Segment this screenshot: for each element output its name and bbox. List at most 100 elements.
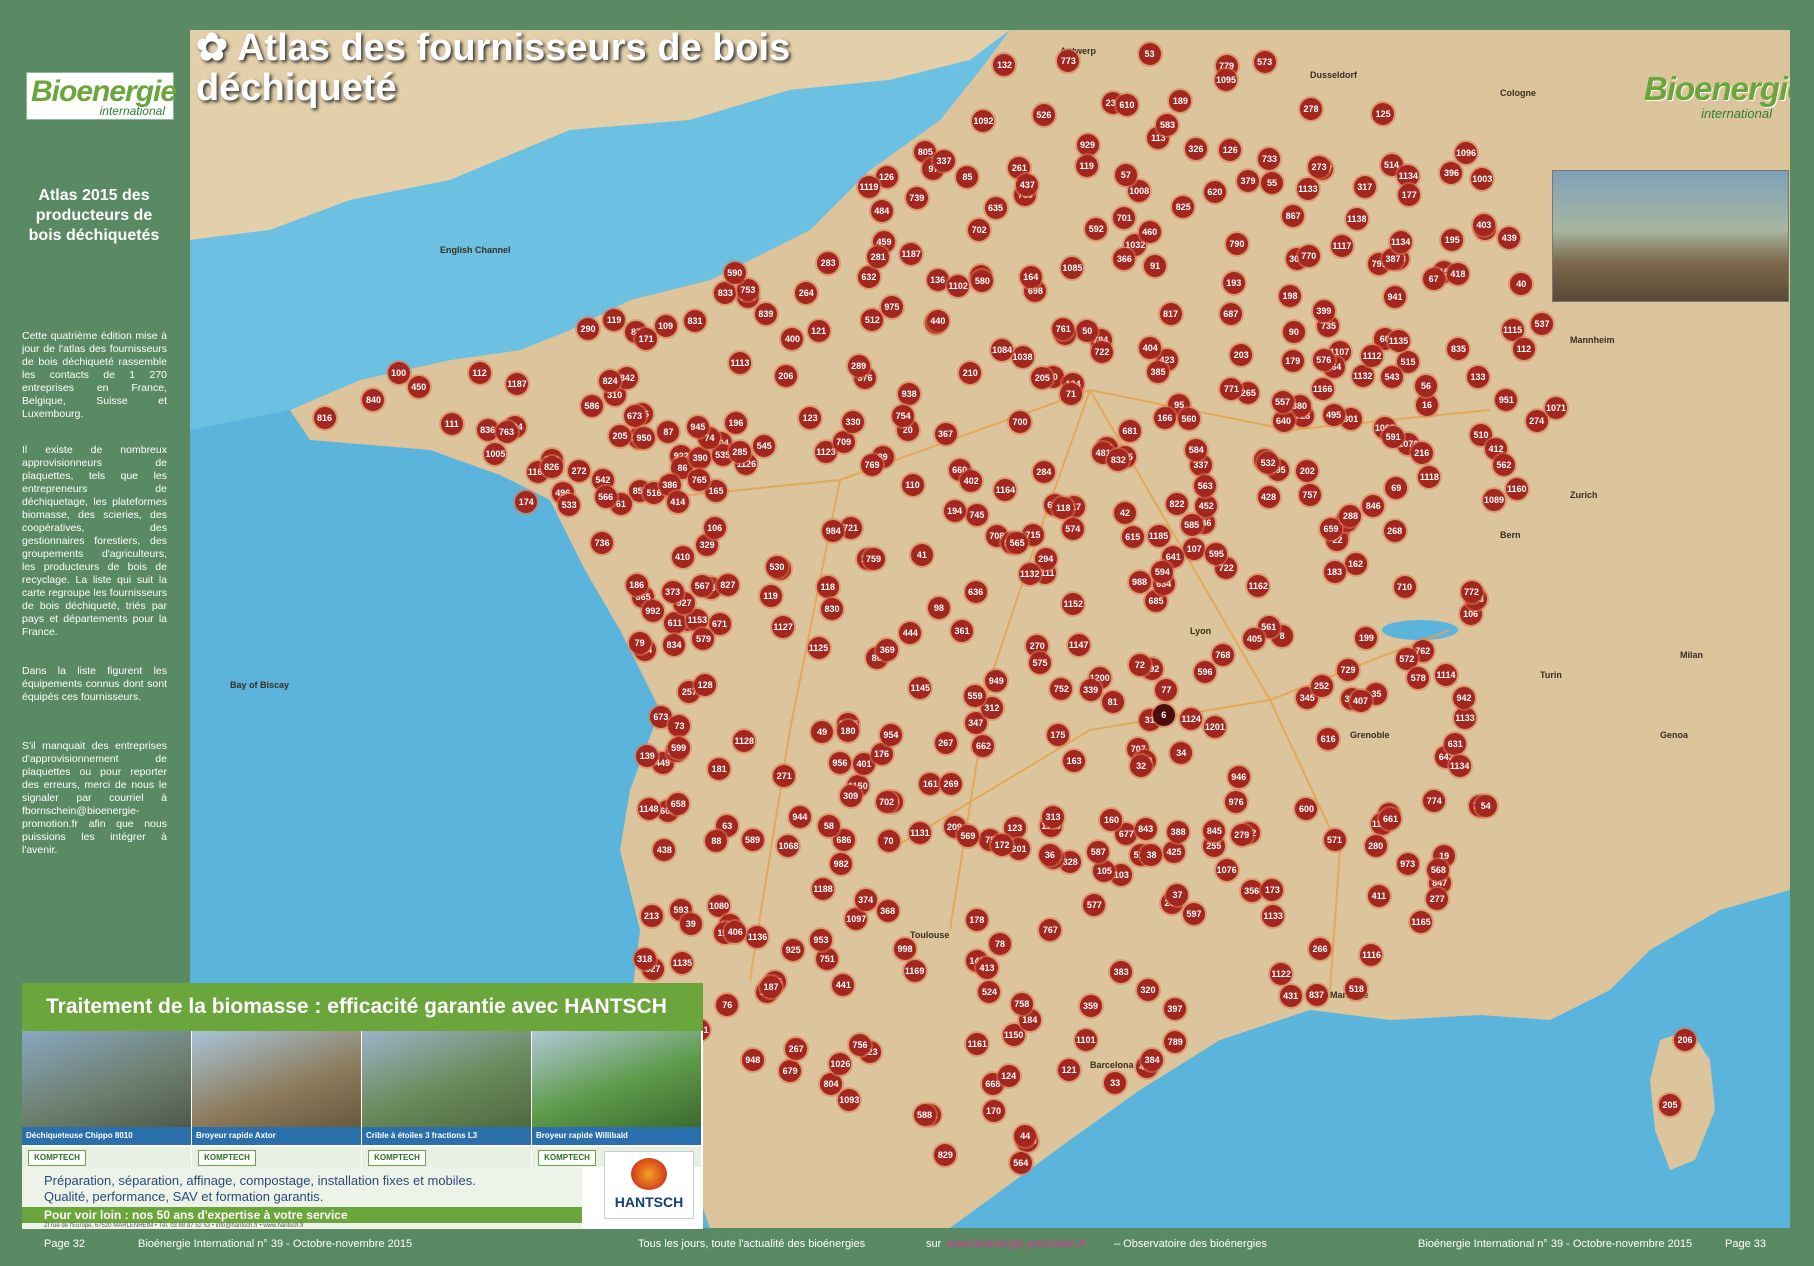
supplier-marker[interactable]: 109	[654, 315, 677, 338]
supplier-marker[interactable]: 1116	[1360, 943, 1383, 966]
supplier-marker[interactable]: 50	[1076, 319, 1099, 342]
supplier-marker[interactable]: 56	[1415, 374, 1438, 397]
supplier-marker[interactable]: 280	[1364, 834, 1387, 857]
supplier-marker[interactable]: 576	[1312, 348, 1335, 371]
supplier-marker[interactable]: 1089	[1483, 488, 1505, 511]
supplier-marker[interactable]: 337	[932, 150, 955, 173]
supplier-marker[interactable]: 839	[754, 302, 777, 325]
supplier-marker[interactable]: 681	[1118, 419, 1141, 442]
supplier-marker[interactable]: 112	[468, 361, 491, 384]
supplier-marker[interactable]: 759	[862, 547, 885, 570]
supplier-marker[interactable]: 597	[1182, 902, 1205, 925]
supplier-marker[interactable]: 273	[1308, 155, 1331, 178]
supplier-marker[interactable]: 773	[1057, 49, 1080, 72]
supplier-marker[interactable]: 373	[661, 580, 684, 603]
supplier-marker[interactable]: 105	[1093, 859, 1116, 882]
supplier-marker[interactable]: 267	[785, 1037, 808, 1060]
supplier-marker[interactable]: 846	[1362, 494, 1385, 517]
supplier-marker[interactable]: 1113	[728, 351, 751, 374]
supplier-marker[interactable]: 565	[1006, 531, 1029, 554]
supplier-marker[interactable]: 267	[934, 731, 957, 754]
supplier-marker[interactable]: 40	[1510, 272, 1533, 295]
supplier-marker[interactable]: 1138	[1345, 207, 1368, 230]
supplier-marker[interactable]: 390	[689, 446, 712, 469]
supplier-marker[interactable]: 632	[857, 265, 880, 288]
supplier-marker[interactable]: 956	[828, 751, 851, 774]
supplier-marker[interactable]: 710	[1393, 575, 1416, 598]
supplier-marker[interactable]: 1134	[1389, 230, 1412, 253]
supplier-marker[interactable]: 414	[666, 491, 689, 514]
supplier-marker[interactable]: 90	[1282, 320, 1305, 343]
supplier-marker[interactable]: 1127	[772, 615, 795, 638]
supplier-marker[interactable]: 739	[905, 187, 928, 210]
footer-website-link[interactable]: www.bioenergie-promotion.fr	[946, 1238, 1086, 1250]
supplier-marker[interactable]: 976	[1225, 790, 1248, 813]
supplier-marker[interactable]: 205	[1031, 366, 1054, 389]
supplier-marker[interactable]: 835	[1447, 337, 1470, 360]
supplier-marker[interactable]: 756	[849, 1033, 872, 1056]
supplier-marker[interactable]: 55	[1261, 171, 1283, 194]
supplier-marker[interactable]: 950	[633, 426, 656, 449]
supplier-marker[interactable]: 925	[782, 939, 805, 961]
supplier-marker[interactable]: 1161	[966, 1032, 989, 1055]
supplier-marker[interactable]: 205	[609, 425, 631, 448]
supplier-marker[interactable]: 765	[688, 468, 711, 491]
supplier-marker[interactable]: 761	[1052, 317, 1075, 340]
supplier-marker[interactable]: 1169	[903, 959, 926, 982]
supplier-marker[interactable]: 274	[1525, 410, 1548, 433]
supplier-marker[interactable]: 640	[1272, 410, 1295, 433]
supplier-marker[interactable]: 1133	[1296, 177, 1319, 200]
supplier-marker[interactable]: 1187	[900, 242, 923, 265]
supplier-marker[interactable]: 658	[667, 792, 690, 815]
supplier-marker[interactable]: 949	[985, 669, 1008, 692]
supplier-marker[interactable]: 268	[1383, 520, 1406, 543]
supplier-marker[interactable]: 867	[1282, 204, 1305, 227]
supplier-marker[interactable]: 279	[1230, 824, 1253, 847]
supplier-marker[interactable]: 278	[1299, 98, 1322, 121]
supplier-marker[interactable]: 615	[1121, 525, 1144, 548]
supplier-marker[interactable]: 1096	[1455, 141, 1477, 164]
supplier-marker[interactable]: 170	[982, 1099, 1005, 1122]
supplier-marker[interactable]: 1084	[991, 339, 1014, 361]
supplier-marker[interactable]: 1132	[1018, 562, 1041, 585]
supplier-marker[interactable]: 945	[686, 415, 709, 438]
supplier-marker[interactable]: 1132	[1351, 364, 1374, 387]
supplier-marker[interactable]: 313	[1042, 805, 1065, 828]
supplier-marker[interactable]: 574	[1061, 517, 1084, 540]
supplier-marker[interactable]: 944	[788, 806, 811, 829]
supplier-marker[interactable]: 1135	[1387, 329, 1410, 352]
supplier-marker[interactable]: 98	[927, 596, 950, 619]
supplier-marker[interactable]: 396	[1440, 161, 1463, 184]
supplier-marker[interactable]: 379	[1236, 169, 1259, 192]
supplier-marker[interactable]: 595	[1205, 542, 1228, 565]
supplier-marker[interactable]: 575	[1029, 651, 1052, 674]
supplier-marker[interactable]: 49	[811, 720, 834, 743]
supplier-marker[interactable]: 440	[926, 309, 949, 332]
supplier-marker[interactable]: 1188	[812, 877, 835, 900]
supplier-marker[interactable]: 110	[901, 474, 924, 497]
supplier-marker[interactable]: 162	[1344, 552, 1367, 575]
supplier-marker[interactable]: 1160	[1505, 478, 1528, 501]
supplier-marker[interactable]: 213	[640, 904, 663, 927]
supplier-marker[interactable]: 938	[898, 382, 921, 405]
supplier-marker[interactable]: 431	[1279, 984, 1302, 1007]
supplier-marker[interactable]: 826	[540, 456, 563, 479]
supplier-marker[interactable]: 973	[1396, 853, 1419, 876]
supplier-marker[interactable]: 953	[810, 928, 833, 951]
supplier-marker[interactable]: 330	[842, 411, 864, 434]
supplier-marker[interactable]: 752	[1050, 677, 1073, 700]
supplier-marker[interactable]: 526	[1032, 103, 1055, 126]
supplier-marker[interactable]: 78	[988, 932, 1011, 955]
supplier-marker[interactable]: 736	[591, 531, 614, 554]
supplier-marker[interactable]: 53	[1138, 42, 1161, 65]
supplier-marker[interactable]: 407	[1349, 690, 1372, 713]
supplier-marker[interactable]: 768	[1211, 643, 1234, 666]
supplier-marker[interactable]: 1076	[1215, 858, 1238, 881]
supplier-marker[interactable]: 687	[1219, 303, 1242, 326]
supplier-marker[interactable]: 1038	[1011, 345, 1034, 368]
supplier-marker[interactable]: 580	[971, 269, 994, 292]
supplier-marker[interactable]: 183	[1323, 560, 1346, 583]
supplier-marker[interactable]: 410	[671, 546, 694, 569]
supplier-marker[interactable]: 79	[628, 632, 651, 655]
supplier-marker[interactable]: 954	[879, 723, 902, 746]
